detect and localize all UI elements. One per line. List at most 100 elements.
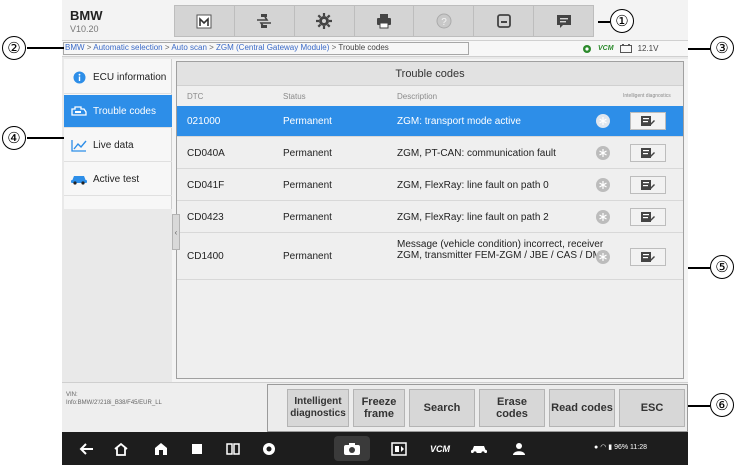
sidebar-item-trouble-codes[interactable]: Trouble codes <box>64 95 172 128</box>
printer-icon <box>377 14 391 29</box>
table-title: Trouble codes <box>177 62 683 86</box>
freeze-frame-icon[interactable] <box>596 114 610 128</box>
freeze-frame-icon[interactable] <box>596 178 610 192</box>
sidebar-item-label: Trouble codes <box>93 105 156 117</box>
top-toolbar: ? <box>174 5 594 37</box>
browser-icon[interactable] <box>260 440 278 458</box>
vcm-manager-icon[interactable]: VCM <box>427 440 453 458</box>
line-chart-icon <box>70 138 88 152</box>
sidebar-item-live-data[interactable]: Live data <box>64 129 172 162</box>
callout-5: ⑤ <box>710 255 734 279</box>
system-tray: ● ◠ ▮ 96% 11:28 <box>594 443 647 451</box>
engine-fault-icon <box>70 104 88 118</box>
callout-leader-4 <box>27 137 64 139</box>
table-header: DTC Status Description Intelligent diagn… <box>177 86 683 106</box>
table-row[interactable]: 021000 Permanent ZGM: transport mode act… <box>177 106 683 137</box>
dtc-description: ZGM, PT-CAN: communication fault <box>397 148 556 159</box>
back-icon[interactable] <box>78 440 96 458</box>
battery-clock-text: 96% 11:28 <box>614 444 648 451</box>
read-codes-button[interactable]: Read codes <box>549 389 615 427</box>
freeze-frame-icon[interactable] <box>596 146 610 160</box>
split-screen-icon[interactable] <box>224 440 242 458</box>
brand-block: BMW V10.20 <box>70 8 103 34</box>
launcher-icon[interactable] <box>152 440 170 458</box>
android-nav-bar: VCM ● ◠ ▮ 96% 11:28 <box>62 432 688 465</box>
column-header-dtc: DTC <box>187 92 204 101</box>
battery-icon <box>619 44 632 53</box>
network-icon <box>583 44 591 53</box>
battery-voltage: 12.1V <box>637 44 659 53</box>
wifi-icon: ◠ <box>600 444 607 451</box>
sidebar-item-label: Live data <box>93 139 134 151</box>
breadcrumb-separator: > <box>206 43 217 52</box>
breadcrumb-item[interactable]: ZGM (Central Gateway Module) <box>216 43 329 52</box>
callout-leader-1 <box>598 21 610 23</box>
sidebar-item-active-test[interactable]: Active test <box>64 163 172 196</box>
intelligent-diagnostics-function-button[interactable]: Intelligent diagnostics <box>287 389 349 427</box>
table-row[interactable]: CD0423 Permanent ZGM, FlexRay: line faul… <box>177 202 683 233</box>
intelligent-diagnostics-button[interactable] <box>630 176 666 194</box>
report-edit-icon <box>641 148 655 158</box>
report-edit-icon <box>641 252 655 262</box>
freeze-frame-icon[interactable] <box>596 210 610 224</box>
dtc-code: 021000 <box>187 116 221 127</box>
breadcrumb-separator: > <box>162 43 172 52</box>
sidebar-item-label: Active test <box>93 173 140 185</box>
column-header-intelligent-diagnostics: Intelligent diagnostics <box>623 93 671 99</box>
freeze-frame-icon[interactable] <box>596 250 610 264</box>
screen-record-icon[interactable] <box>390 440 408 458</box>
dtc-status: Permanent <box>283 251 332 262</box>
breadcrumb-item[interactable]: Automatic selection <box>93 43 162 52</box>
intelligent-diagnostics-button[interactable] <box>630 144 666 162</box>
breadcrumb-item[interactable]: Auto scan <box>171 43 207 52</box>
home-nav-icon[interactable] <box>112 440 130 458</box>
esc-button[interactable]: ESC <box>619 389 685 427</box>
brand-name: BMW <box>70 8 103 23</box>
column-header-description: Description <box>397 92 438 101</box>
dtc-code: CD1400 <box>187 251 224 262</box>
car-test-icon <box>70 172 88 186</box>
message-button[interactable] <box>534 6 593 36</box>
car-icon[interactable] <box>470 440 488 458</box>
settings-button[interactable] <box>295 6 355 36</box>
vehicle-info-text: Info:BMW/2'/218i_B38/F45/EUR_LL <box>66 400 162 406</box>
table-row[interactable]: CD041F Permanent ZGM, FlexRay: line faul… <box>177 170 683 201</box>
vcm-status: VCM <box>598 45 614 52</box>
sidebar-item-ecu-information[interactable]: ECU information <box>64 61 172 94</box>
remote-expert-icon[interactable] <box>510 440 528 458</box>
callout-3: ③ <box>710 36 734 60</box>
save-icon <box>496 14 511 28</box>
table-row[interactable]: CD040A Permanent ZGM, PT-CAN: communicat… <box>177 138 683 169</box>
search-button[interactable]: Search <box>409 389 475 427</box>
callout-leader-3 <box>688 48 710 50</box>
svg-text:?: ? <box>441 17 447 28</box>
trouble-codes-table: Trouble codes DTC Status Description Int… <box>176 61 684 379</box>
sidebar-collapse-handle[interactable]: ‹ <box>172 214 180 250</box>
home-button[interactable] <box>175 6 235 36</box>
column-header-status: Status <box>283 92 306 101</box>
vehicle-swap-button[interactable] <box>235 6 295 36</box>
message-icon <box>556 15 571 28</box>
recent-apps-icon[interactable] <box>188 440 206 458</box>
print-button[interactable] <box>355 6 415 36</box>
info-icon <box>70 70 88 84</box>
dtc-description: ZGM: transport mode active <box>397 116 521 127</box>
table-row[interactable]: CD1400 Permanent Message (vehicle condit… <box>177 234 683 280</box>
settings-gear-icon <box>316 13 333 29</box>
help-button[interactable]: ? <box>414 6 475 36</box>
intelligent-diagnostics-button[interactable] <box>630 248 666 266</box>
freeze-frame-button[interactable]: Freeze frame <box>353 389 405 427</box>
dtc-status: Permanent <box>283 180 332 191</box>
save-button[interactable] <box>474 6 535 36</box>
function-sidebar: ECU information Trouble codes Live data … <box>64 59 172 209</box>
breadcrumb-item[interactable]: BMW <box>65 43 85 52</box>
intelligent-diagnostics-button[interactable] <box>630 208 666 226</box>
dtc-status: Permanent <box>283 116 332 127</box>
screenshot-button[interactable] <box>334 436 370 461</box>
dtc-code: CD0423 <box>187 212 224 223</box>
callout-4: ④ <box>2 126 26 150</box>
intelligent-diagnostics-button[interactable] <box>630 112 666 130</box>
bottom-bar: VIN: Info:BMW/2'/218i_B38/F45/EUR_LL Int… <box>62 382 688 432</box>
erase-codes-button[interactable]: Erase codes <box>479 389 545 427</box>
dtc-code: CD041F <box>187 180 225 191</box>
